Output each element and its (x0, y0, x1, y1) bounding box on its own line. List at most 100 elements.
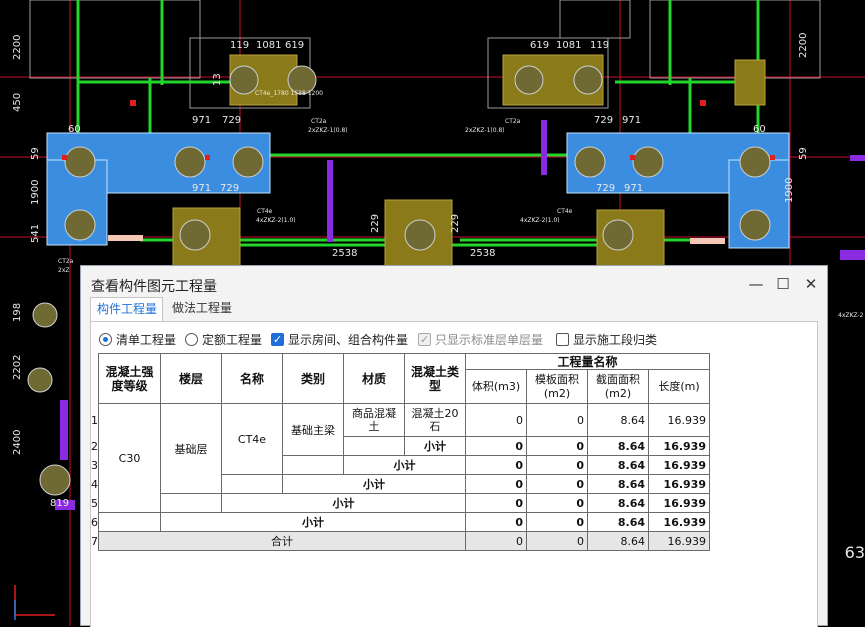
header-length[interactable]: 长度(m) (648, 369, 710, 404)
cell-formwork[interactable]: 0 (526, 474, 588, 494)
cell-volume[interactable]: 0 (465, 531, 527, 551)
cell-section[interactable]: 8.64 (587, 403, 649, 437)
cell-formwork[interactable]: 0 (526, 436, 588, 456)
cell-formwork[interactable]: 0 (526, 512, 588, 532)
dim-label: 198 (12, 302, 23, 322)
table-row[interactable]: 5 小计 0 0 8.64 16.939 (89, 493, 710, 513)
cell-section[interactable]: 8.64 (587, 493, 649, 513)
cell-name[interactable]: CT4e (221, 403, 283, 475)
cell-section[interactable]: 8.64 (587, 512, 649, 532)
cad-label: 2xZ (58, 267, 70, 274)
cell-length[interactable]: 16.939 (648, 512, 710, 532)
header-category[interactable]: 类别 (282, 353, 344, 404)
cell-subtotal-label[interactable]: 小计 (343, 455, 466, 475)
cell-length[interactable]: 16.939 (648, 531, 710, 551)
cad-label: 4xZKZ-2 (838, 312, 864, 319)
dialog-titlebar[interactable]: 查看构件图元工程量 — ☐ ✕ (81, 266, 827, 300)
header-section[interactable]: 截面面积(m2) (587, 369, 649, 404)
cell-floor[interactable] (160, 493, 222, 513)
dim-label: 2538 (332, 248, 358, 259)
tab-component-quantity[interactable]: 构件工程量 (90, 297, 163, 322)
cell-concrete-type[interactable]: 混凝土20石 (404, 403, 466, 437)
cell-section[interactable]: 8.64 (587, 455, 649, 475)
cell-section[interactable]: 8.64 (587, 531, 649, 551)
cell-material[interactable]: 商品混凝土 (343, 403, 405, 437)
dim-label: 59 (798, 147, 809, 160)
corner-cell (89, 354, 99, 404)
cell-subtotal-label[interactable]: 小计 (282, 474, 466, 494)
dim-label: 2400 (12, 429, 23, 455)
header-concrete-type[interactable]: 混凝土类型 (404, 353, 466, 404)
minimize-button[interactable]: — (742, 272, 770, 296)
table-row[interactable]: 6 小计 0 0 8.64 16.939 (89, 512, 710, 532)
cell-length[interactable]: 16.939 (648, 436, 710, 456)
header-floor[interactable]: 楼层 (160, 353, 222, 404)
cell-volume[interactable]: 0 (465, 493, 527, 513)
cell-subtotal-label[interactable]: 小计 (404, 436, 466, 456)
row-number: 7 (91, 534, 98, 548)
dim-label: 229 (370, 213, 381, 233)
cell-name[interactable] (221, 474, 283, 494)
cell-grade[interactable] (98, 512, 161, 532)
cad-label: CT4e (257, 208, 273, 215)
dim-label: 2200 (12, 34, 23, 60)
header-name[interactable]: 名称 (221, 353, 283, 404)
header-material[interactable]: 材质 (343, 353, 405, 404)
checkbox-unchecked-icon (556, 333, 569, 346)
header-formwork[interactable]: 模板面积(m2) (526, 369, 588, 404)
cad-label: 2xZKZ-1(0.8) (308, 127, 348, 134)
close-button[interactable]: ✕ (797, 272, 825, 296)
cell-category[interactable]: 基础主梁 (282, 403, 344, 456)
cell-volume[interactable]: 0 (465, 403, 527, 437)
dim-label: 729 (222, 115, 242, 126)
table-row[interactable]: 1 C30 基础层 CT4e 基础主梁 商品混凝土 混凝土20石 0 0 8.6… (89, 403, 710, 513)
cell-length[interactable]: 16.939 (648, 493, 710, 513)
dim-label: 119 (230, 40, 250, 51)
cell-length[interactable]: 16.939 (648, 403, 710, 437)
cell-material[interactable] (343, 436, 405, 456)
dim-label: 971 (622, 115, 642, 126)
cad-label: 2xZKZ-1(0.8) (465, 127, 505, 134)
dim-label: 971 (192, 115, 212, 126)
cell-category[interactable] (282, 455, 344, 475)
cell-floor[interactable]: 基础层 (160, 403, 222, 494)
maximize-button[interactable]: ☐ (769, 272, 797, 296)
dim-label: 1081 (556, 40, 582, 51)
cell-total-label[interactable]: 合计 (98, 531, 466, 551)
cell-subtotal-label[interactable]: 小计 (160, 512, 466, 532)
checkbox-checked-disabled-icon (418, 331, 431, 349)
cad-label: CT4e (557, 208, 573, 215)
cell-volume[interactable]: 0 (465, 455, 527, 475)
cell-length[interactable]: 16.939 (648, 474, 710, 494)
cell-section[interactable]: 8.64 (587, 474, 649, 494)
cell-section[interactable]: 8.64 (587, 436, 649, 456)
row-number: 3 (91, 458, 98, 472)
option-label: 定额工程量 (202, 333, 263, 347)
cell-formwork[interactable]: 0 (526, 531, 588, 551)
dim-label: 1900 (30, 179, 41, 205)
cell-formwork[interactable]: 0 (526, 455, 588, 475)
table-row-total[interactable]: 7 合计 0 0 8.64 16.939 (89, 531, 710, 551)
checkbox-checked-icon (271, 331, 284, 349)
header-volume[interactable]: 体积(m3) (465, 369, 527, 404)
cad-label: CT2a (58, 258, 74, 265)
dim-label: 619 (530, 40, 550, 51)
dim-label: 971 (624, 183, 644, 194)
dim-label: 971 (192, 183, 212, 194)
cell-volume[interactable]: 0 (465, 474, 527, 494)
cell-volume[interactable]: 0 (465, 436, 527, 456)
header-quantity-group[interactable]: 工程量名称 (465, 353, 710, 370)
cell-grade[interactable]: C30 (98, 403, 161, 513)
cell-length[interactable]: 16.939 (648, 455, 710, 475)
cell-subtotal-label[interactable]: 小计 (221, 493, 466, 513)
header-grade[interactable]: 混凝土强度等级 (98, 353, 161, 404)
option-label: 只显示标准层单层量 (435, 333, 544, 347)
dim-label: 619 (285, 40, 305, 51)
cell-formwork[interactable]: 0 (526, 403, 588, 437)
row-number: 2 (91, 439, 98, 453)
cell-volume[interactable]: 0 (465, 512, 527, 532)
tab-method-quantity[interactable]: 做法工程量 (166, 297, 236, 320)
option-label: 显示施工段归类 (573, 333, 658, 347)
cell-formwork[interactable]: 0 (526, 493, 588, 513)
dim-label: 729 (594, 115, 614, 126)
